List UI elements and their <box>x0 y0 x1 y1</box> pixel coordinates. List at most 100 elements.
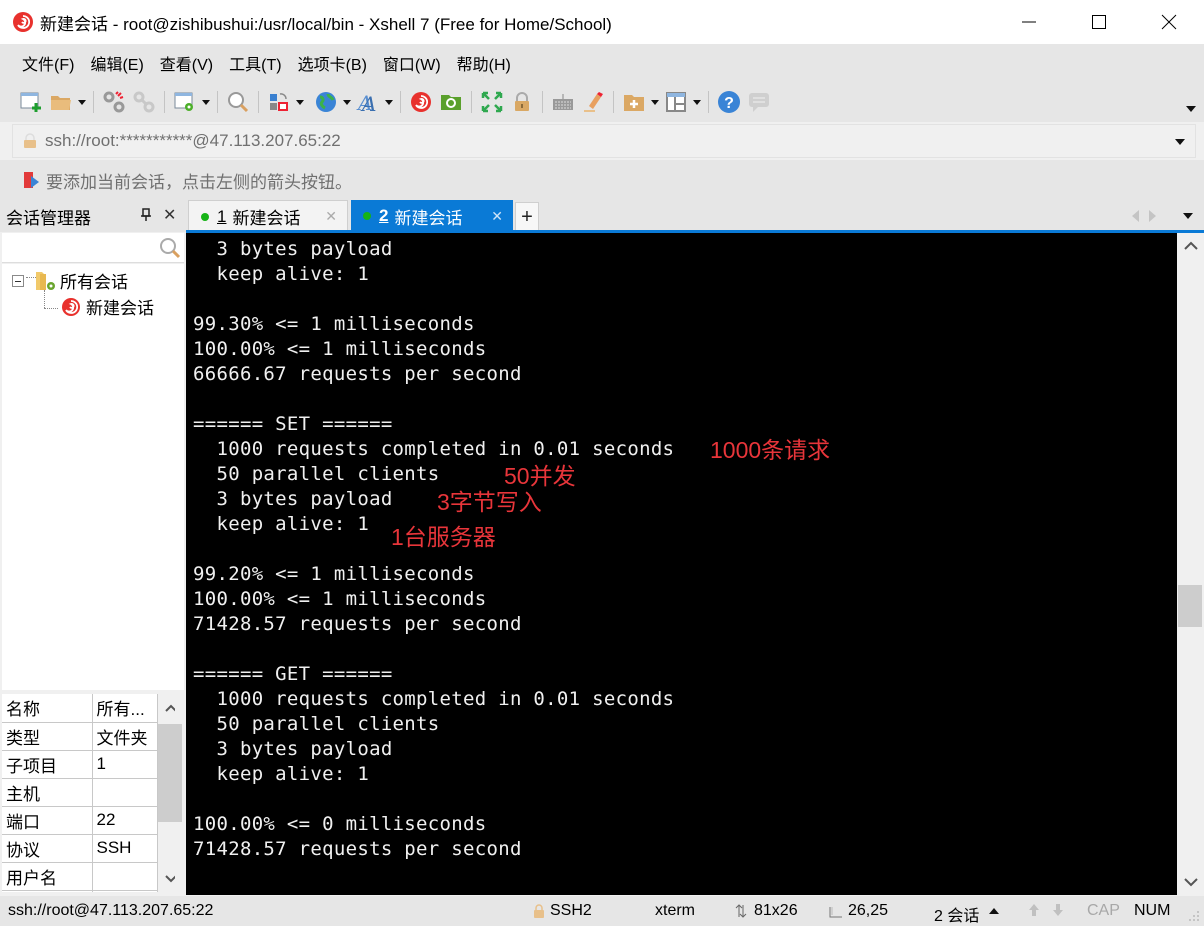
new-session-icon <box>20 92 41 112</box>
scroll-up-icon[interactable] <box>1184 241 1198 251</box>
collapse-icon[interactable] <box>12 274 24 287</box>
terminal-line: keep alive: 1 <box>193 263 370 285</box>
session-search-input[interactable] <box>2 233 184 263</box>
toolbar-separator <box>164 91 165 113</box>
globe-button[interactable] <box>311 87 341 117</box>
new-session-button[interactable] <box>16 87 46 117</box>
xshell-button[interactable] <box>406 87 436 117</box>
tab-list-dropdown[interactable] <box>1183 213 1193 219</box>
transfer-dropdown[interactable] <box>294 87 306 117</box>
reconnect-button[interactable] <box>129 87 159 117</box>
arrow-down-icon[interactable] <box>1052 903 1064 917</box>
terminal-line: 1000 requests completed in 0.01 seconds <box>193 688 675 710</box>
search-icon[interactable] <box>159 237 181 259</box>
status-sessions[interactable]: 2 会话 <box>934 902 979 926</box>
maximize-button[interactable] <box>1064 0 1134 44</box>
menu-help[interactable]: 帮助(H) <box>457 51 511 75</box>
minimize-button[interactable] <box>994 0 1064 44</box>
chat-button[interactable] <box>744 87 774 117</box>
new-tab-group-button[interactable] <box>619 87 649 117</box>
globe-dropdown[interactable] <box>341 87 353 117</box>
add-session-arrow-icon[interactable] <box>22 170 40 190</box>
menu-edit[interactable]: 编辑(E) <box>90 51 143 75</box>
arrow-up-icon[interactable] <box>1028 903 1040 917</box>
tab-close-icon[interactable]: ✕ <box>325 208 337 225</box>
address-dropdown[interactable] <box>1175 139 1185 145</box>
tab-label: 新建会话 <box>232 209 301 228</box>
disconnect-button[interactable] <box>99 87 129 117</box>
lock-button[interactable] <box>507 87 537 117</box>
keyboard-button[interactable] <box>548 87 578 117</box>
xftp-button[interactable] <box>436 87 466 117</box>
menu-tabs[interactable]: 选项卡(B) <box>298 51 367 75</box>
font-button[interactable]: AA <box>353 87 383 117</box>
terminal-line: ====== SET ====== <box>193 413 393 435</box>
font-dropdown[interactable] <box>383 87 395 117</box>
terminal[interactable]: 3 bytes payload keep alive: 1 99.30% <= 1… <box>186 233 1177 895</box>
scroll-up-icon[interactable] <box>165 703 175 713</box>
menu-tools[interactable]: 工具(T) <box>229 51 281 75</box>
sessions-up-icon[interactable] <box>989 907 999 915</box>
pin-icon[interactable] <box>140 208 152 222</box>
open-dropdown[interactable] <box>76 87 88 117</box>
status-num: NUM <box>1134 902 1171 919</box>
address-bar[interactable]: ssh://root:***********@47.113.207.65:22 <box>12 124 1196 158</box>
scroll-thumb[interactable] <box>158 724 182 822</box>
terminal-line: 71428.57 requests per second <box>193 613 522 635</box>
toolbar-overflow-button[interactable] <box>1186 106 1196 112</box>
tab-session-2[interactable]: 2 新建会话 ✕ <box>351 200 513 232</box>
property-key: 类型 <box>2 722 93 751</box>
session-manager-close-button[interactable]: ✕ <box>163 205 176 225</box>
properties-scrollbar[interactable] <box>158 694 184 892</box>
property-key: 端口 <box>2 806 93 835</box>
property-value: 文件夹 <box>92 722 158 751</box>
open-button[interactable] <box>46 87 76 117</box>
tree-node-all-sessions[interactable]: 所有会话 <box>12 268 128 293</box>
minimize-icon <box>1022 21 1036 23</box>
help-button[interactable]: ? <box>714 87 744 117</box>
annotation-text: 3字节写入 <box>437 489 542 515</box>
fullscreen-button[interactable] <box>477 87 507 117</box>
open-folder-icon <box>51 96 71 110</box>
tab-session-1[interactable]: 1 新建会话 ✕ <box>188 200 348 232</box>
terminal-scrollbar[interactable] <box>1177 233 1204 895</box>
session-manager-header: 会话管理器 ✕ <box>0 200 186 232</box>
new-tab-button[interactable]: + <box>515 202 539 232</box>
close-button[interactable] <box>1134 0 1204 44</box>
tab-scroll-left-icon[interactable] <box>1130 209 1140 223</box>
chat-icon <box>749 93 769 112</box>
menu-view[interactable]: 查看(V) <box>160 51 213 75</box>
session-properties-icon <box>174 92 193 111</box>
properties-dropdown[interactable] <box>200 87 212 117</box>
terminal-line: 3 bytes payload <box>193 738 393 760</box>
status-dot-icon <box>363 212 371 220</box>
status-connection: ssh://root@47.113.207.65:22 <box>8 902 214 919</box>
toolbar-separator <box>93 91 94 113</box>
menu-file[interactable]: 文件(F) <box>22 51 74 75</box>
tab-scroll-right-icon[interactable] <box>1148 209 1158 223</box>
layout-dropdown[interactable] <box>691 87 703 117</box>
lock-icon <box>24 133 36 148</box>
scroll-thumb[interactable] <box>1178 585 1202 627</box>
resize-grip-icon[interactable] <box>1188 910 1200 922</box>
layout-button[interactable] <box>661 87 691 117</box>
tree-node-session[interactable]: 新建会话 <box>60 294 154 319</box>
terminal-line: 1000 requests completed in 0.01 seconds <box>193 438 675 460</box>
tab-close-icon[interactable]: ✕ <box>491 208 503 225</box>
session-properties-button[interactable] <box>170 87 200 117</box>
find-button[interactable] <box>223 87 253 117</box>
scroll-down-icon[interactable] <box>165 874 175 884</box>
new-tab-group-icon <box>624 95 644 111</box>
highlight-button[interactable] <box>578 87 608 117</box>
property-key: 子项目 <box>2 750 93 779</box>
xshell-icon <box>411 92 431 112</box>
transfer-button[interactable] <box>264 87 294 117</box>
scroll-down-icon[interactable] <box>1184 877 1198 887</box>
terminal-line: 3 bytes payload <box>193 488 393 510</box>
terminal-line: 50 parallel clients <box>193 713 440 735</box>
address-input[interactable]: ssh://root:***********@47.113.207.65:22 <box>45 131 341 151</box>
property-key: 主机 <box>2 778 93 807</box>
menu-window[interactable]: 窗口(W) <box>383 51 441 75</box>
tab-group-dropdown[interactable] <box>649 87 661 117</box>
